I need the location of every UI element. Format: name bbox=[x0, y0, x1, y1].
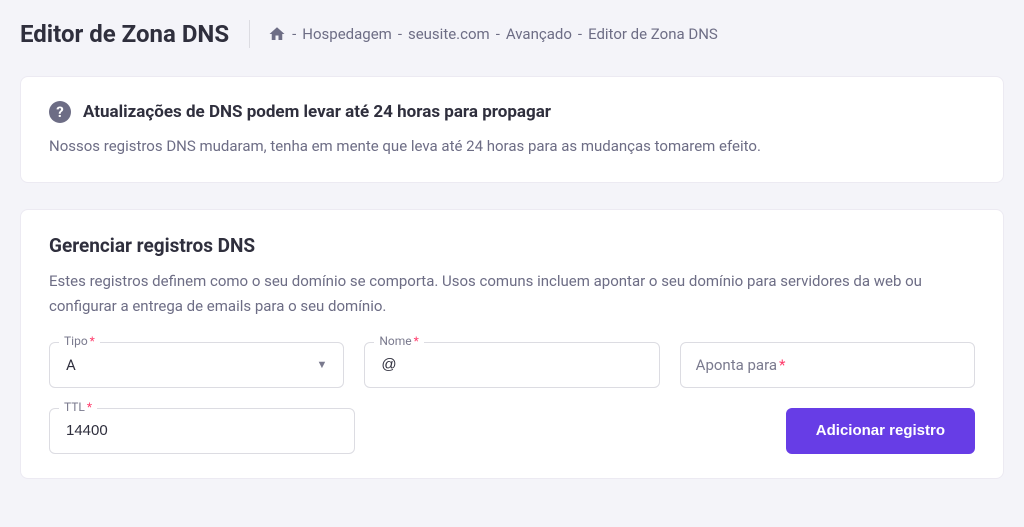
manage-dns-card: Gerenciar registros DNS Estes registros … bbox=[20, 209, 1004, 479]
breadcrumb-separator: - bbox=[398, 25, 402, 43]
chevron-down-icon: ▼ bbox=[316, 358, 327, 371]
breadcrumb-separator: - bbox=[292, 25, 296, 43]
question-icon: ? bbox=[49, 101, 71, 123]
breadcrumb-item-hosting[interactable]: Hospedagem bbox=[302, 25, 392, 43]
home-icon[interactable] bbox=[268, 25, 286, 43]
header-divider bbox=[249, 20, 250, 48]
type-field-wrap: Tipo* A ▼ bbox=[49, 342, 344, 388]
alert-body: Nossos registros DNS mudaram, tenha em m… bbox=[49, 135, 975, 158]
breadcrumb-item-dns-editor: Editor de Zona DNS bbox=[588, 25, 718, 43]
breadcrumb-separator: - bbox=[578, 25, 582, 43]
breadcrumb-item-domain[interactable]: seusite.com bbox=[408, 25, 490, 43]
ttl-input[interactable] bbox=[49, 408, 355, 454]
type-select[interactable]: A ▼ bbox=[49, 342, 344, 388]
manage-dns-title: Gerenciar registros DNS bbox=[49, 234, 975, 257]
breadcrumb: - Hospedagem - seusite.com - Avançado - … bbox=[268, 25, 718, 43]
propagation-alert-card: ? Atualizações de DNS podem levar até 24… bbox=[20, 76, 1004, 183]
breadcrumb-separator: - bbox=[496, 25, 500, 43]
name-label: Nome* bbox=[374, 334, 423, 348]
form-spacer bbox=[375, 408, 766, 454]
ttl-label: TTL* bbox=[59, 400, 97, 414]
manage-dns-description: Estes registros definem como o seu domín… bbox=[49, 269, 975, 320]
name-field-wrap: Nome* bbox=[364, 342, 659, 388]
page-title: Editor de Zona DNS bbox=[20, 20, 249, 48]
breadcrumb-item-advanced[interactable]: Avançado bbox=[506, 25, 572, 43]
name-input[interactable] bbox=[364, 342, 659, 388]
points-to-field-wrap: Aponta para* bbox=[680, 342, 975, 388]
ttl-field-wrap: TTL* bbox=[49, 408, 355, 454]
alert-title: Atualizações de DNS podem levar até 24 h… bbox=[83, 102, 551, 122]
points-to-input[interactable] bbox=[680, 342, 975, 388]
type-label: Tipo* bbox=[59, 334, 100, 348]
add-record-button[interactable]: Adicionar registro bbox=[786, 408, 975, 454]
type-select-value: A bbox=[66, 356, 76, 374]
